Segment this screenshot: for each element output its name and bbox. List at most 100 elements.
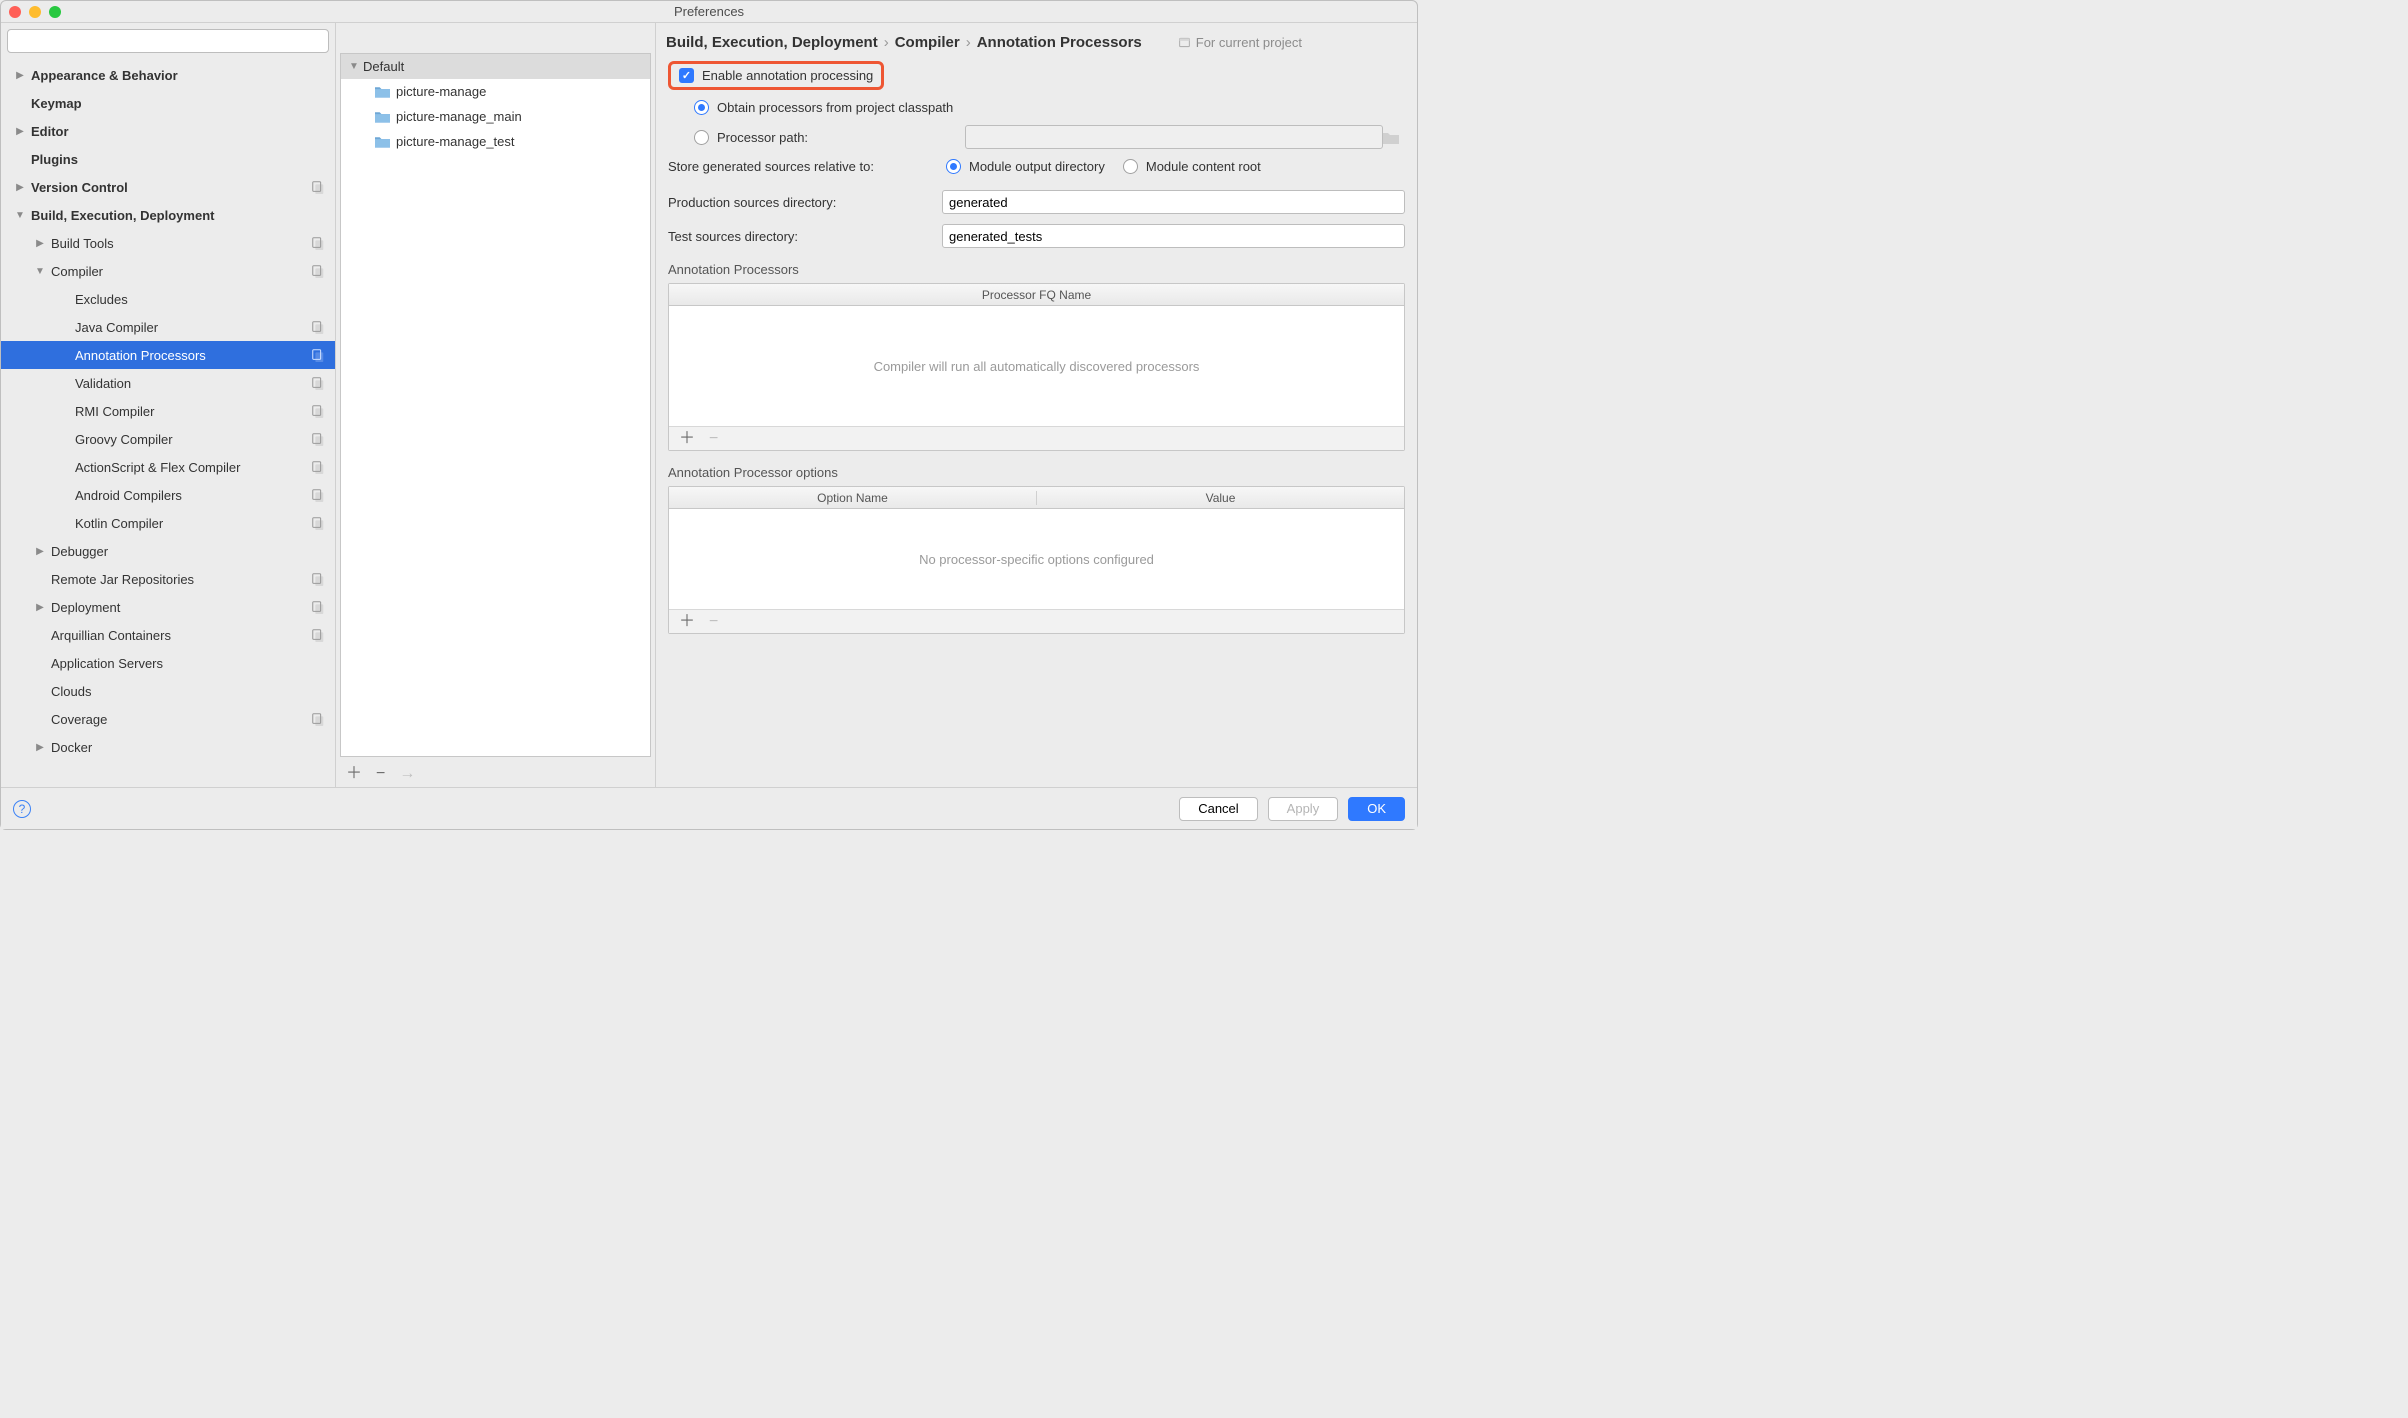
sidebar-item-plugins[interactable]: Plugins bbox=[1, 145, 335, 173]
processors-empty-text: Compiler will run all automatically disc… bbox=[669, 306, 1404, 426]
sidebar-item-rmi-compiler[interactable]: RMI Compiler bbox=[1, 397, 335, 425]
section-processor-options: Annotation Processor options bbox=[668, 465, 1405, 480]
sidebar-item-label: Coverage bbox=[51, 712, 311, 727]
sidebar-item-coverage[interactable]: Coverage bbox=[1, 705, 335, 733]
chevron-right-icon: ▶ bbox=[13, 70, 27, 81]
move-button: → bbox=[399, 766, 415, 782]
window-title: Preferences bbox=[674, 4, 744, 19]
processor-path-input bbox=[965, 125, 1383, 149]
browse-icon bbox=[1383, 131, 1405, 144]
module-picture-manage_main[interactable]: picture-manage_main bbox=[341, 104, 650, 129]
sidebar-item-label: Arquillian Containers bbox=[51, 628, 311, 643]
sidebar-item-keymap[interactable]: Keymap bbox=[1, 89, 335, 117]
breadcrumb: Build, Execution, Deployment › Compiler … bbox=[666, 27, 1407, 57]
remove-button[interactable]: − bbox=[376, 766, 385, 782]
chevron-right-icon: ▶ bbox=[33, 602, 47, 613]
zoom-icon[interactable] bbox=[49, 6, 61, 18]
processors-table: Processor FQ Name Compiler will run all … bbox=[668, 283, 1405, 451]
module-label: picture-manage_test bbox=[396, 134, 515, 149]
sidebar-item-compiler[interactable]: ▼ Compiler bbox=[1, 257, 335, 285]
profile-tree[interactable]: ▼ Default picture-manage picture-manage_m… bbox=[340, 53, 651, 757]
search-input[interactable] bbox=[7, 29, 329, 53]
sidebar-item-debugger[interactable]: ▶ Debugger bbox=[1, 537, 335, 565]
chevron-right-icon: ▶ bbox=[33, 546, 47, 557]
sidebar-item-editor[interactable]: ▶Editor bbox=[1, 117, 335, 145]
sidebar-item-label: Docker bbox=[51, 740, 325, 755]
processor-path-radio[interactable] bbox=[694, 130, 709, 145]
profile-toolbar: ＋ − → bbox=[336, 761, 655, 787]
scope-label: For current project bbox=[1178, 35, 1302, 50]
sidebar-item-label: Android Compilers bbox=[75, 488, 311, 503]
project-icon bbox=[1178, 36, 1191, 49]
sidebar-item-label: Kotlin Compiler bbox=[75, 516, 311, 531]
obtain-classpath-radio[interactable] bbox=[694, 100, 709, 115]
sidebar-item-build-tools[interactable]: ▶Build Tools bbox=[1, 229, 335, 257]
sidebar-item-label: Application Servers bbox=[51, 656, 325, 671]
sidebar-item-label: ActionScript & Flex Compiler bbox=[75, 460, 311, 475]
add-processor-button[interactable]: ＋ bbox=[679, 431, 695, 447]
sidebar-item-android-compilers[interactable]: Android Compilers bbox=[1, 481, 335, 509]
sidebar-item-java-compiler[interactable]: Java Compiler bbox=[1, 313, 335, 341]
sidebar-item-annotation-processors[interactable]: Annotation Processors bbox=[1, 341, 335, 369]
module-label: picture-manage_main bbox=[396, 109, 522, 124]
module-content-radio[interactable] bbox=[1123, 159, 1138, 174]
sidebar-item-kotlin-compiler[interactable]: Kotlin Compiler bbox=[1, 509, 335, 537]
sidebar-item-build-execution-deployment[interactable]: ▼ Build, Execution, Deployment bbox=[1, 201, 335, 229]
options-table: Option Name Value No processor-specific … bbox=[668, 486, 1405, 634]
sidebar-item-appearance-behavior[interactable]: ▶ Appearance & Behavior bbox=[1, 61, 335, 89]
help-icon[interactable]: ? bbox=[13, 800, 31, 818]
close-icon[interactable] bbox=[9, 6, 21, 18]
add-option-button[interactable]: ＋ bbox=[679, 614, 695, 630]
module-picture-manage_test[interactable]: picture-manage_test bbox=[341, 129, 650, 154]
apply-button: Apply bbox=[1268, 797, 1339, 821]
options-empty-text: No processor-specific options configured bbox=[669, 509, 1404, 609]
ok-button[interactable]: OK bbox=[1348, 797, 1405, 821]
sidebar-item-label: Appearance & Behavior bbox=[31, 68, 325, 83]
cancel-button[interactable]: Cancel bbox=[1179, 797, 1257, 821]
settings-tree[interactable]: ▶ Appearance & Behavior Keymap ▶Editor Plugi… bbox=[1, 59, 335, 787]
profile-default[interactable]: ▼ Default bbox=[341, 54, 650, 79]
section-annotation-processors: Annotation Processors bbox=[668, 262, 1405, 277]
sidebar-item-application-servers[interactable]: Application Servers bbox=[1, 649, 335, 677]
sidebar-item-validation[interactable]: Validation bbox=[1, 369, 335, 397]
sidebar-item-docker[interactable]: ▶Docker bbox=[1, 733, 335, 761]
checkbox-icon bbox=[679, 68, 694, 83]
module-picture-manage[interactable]: picture-manage bbox=[341, 79, 650, 104]
sidebar-item-clouds[interactable]: Clouds bbox=[1, 677, 335, 705]
chevron-right-icon: ▶ bbox=[13, 182, 27, 193]
sidebar-item-label: Validation bbox=[75, 376, 311, 391]
titlebar: Preferences bbox=[1, 1, 1417, 23]
module-output-radio[interactable] bbox=[946, 159, 961, 174]
add-button[interactable]: ＋ bbox=[346, 766, 362, 782]
sidebar-item-arquillian-containers[interactable]: Arquillian Containers bbox=[1, 621, 335, 649]
chevron-down-icon: ▼ bbox=[349, 61, 363, 72]
sidebar-item-label: Keymap bbox=[31, 96, 325, 111]
prod-sources-input[interactable] bbox=[942, 190, 1405, 214]
sidebar-item-label: Plugins bbox=[31, 152, 325, 167]
sidebar-item-label: RMI Compiler bbox=[75, 404, 311, 419]
sidebar-item-actionscript-flex-compiler[interactable]: ActionScript & Flex Compiler bbox=[1, 453, 335, 481]
minimize-icon[interactable] bbox=[29, 6, 41, 18]
sidebar-item-label: Excludes bbox=[75, 292, 325, 307]
main-panel: Build, Execution, Deployment › Compiler … bbox=[656, 23, 1417, 787]
sidebar-item-label: Remote Jar Repositories bbox=[51, 572, 311, 587]
sidebar-item-excludes[interactable]: Excludes bbox=[1, 285, 335, 313]
test-sources-input[interactable] bbox=[942, 224, 1405, 248]
sidebar-item-label: Debugger bbox=[51, 544, 325, 559]
sidebar-item-version-control[interactable]: ▶Version Control bbox=[1, 173, 335, 201]
sidebar-item-label: Compiler bbox=[51, 264, 311, 279]
settings-sidebar: ▶ Appearance & Behavior Keymap ▶Editor Plugi… bbox=[1, 23, 336, 787]
module-label: picture-manage bbox=[396, 84, 486, 99]
chevron-down-icon: ▼ bbox=[33, 266, 47, 277]
sidebar-item-label: Build, Execution, Deployment bbox=[31, 208, 325, 223]
enable-annotation-checkbox[interactable]: Enable annotation processing bbox=[668, 61, 884, 90]
sidebar-item-label: Deployment bbox=[51, 600, 311, 615]
sidebar-item-label: Groovy Compiler bbox=[75, 432, 311, 447]
sidebar-item-groovy-compiler[interactable]: Groovy Compiler bbox=[1, 425, 335, 453]
sidebar-item-label: Annotation Processors bbox=[75, 348, 311, 363]
dialog-footer: ? Cancel Apply OK bbox=[1, 787, 1417, 829]
sidebar-item-deployment[interactable]: ▶ Deployment bbox=[1, 593, 335, 621]
chevron-down-icon: ▼ bbox=[13, 210, 27, 221]
sidebar-item-remote-jar-repositories[interactable]: Remote Jar Repositories bbox=[1, 565, 335, 593]
sidebar-item-label: Build Tools bbox=[51, 236, 311, 251]
